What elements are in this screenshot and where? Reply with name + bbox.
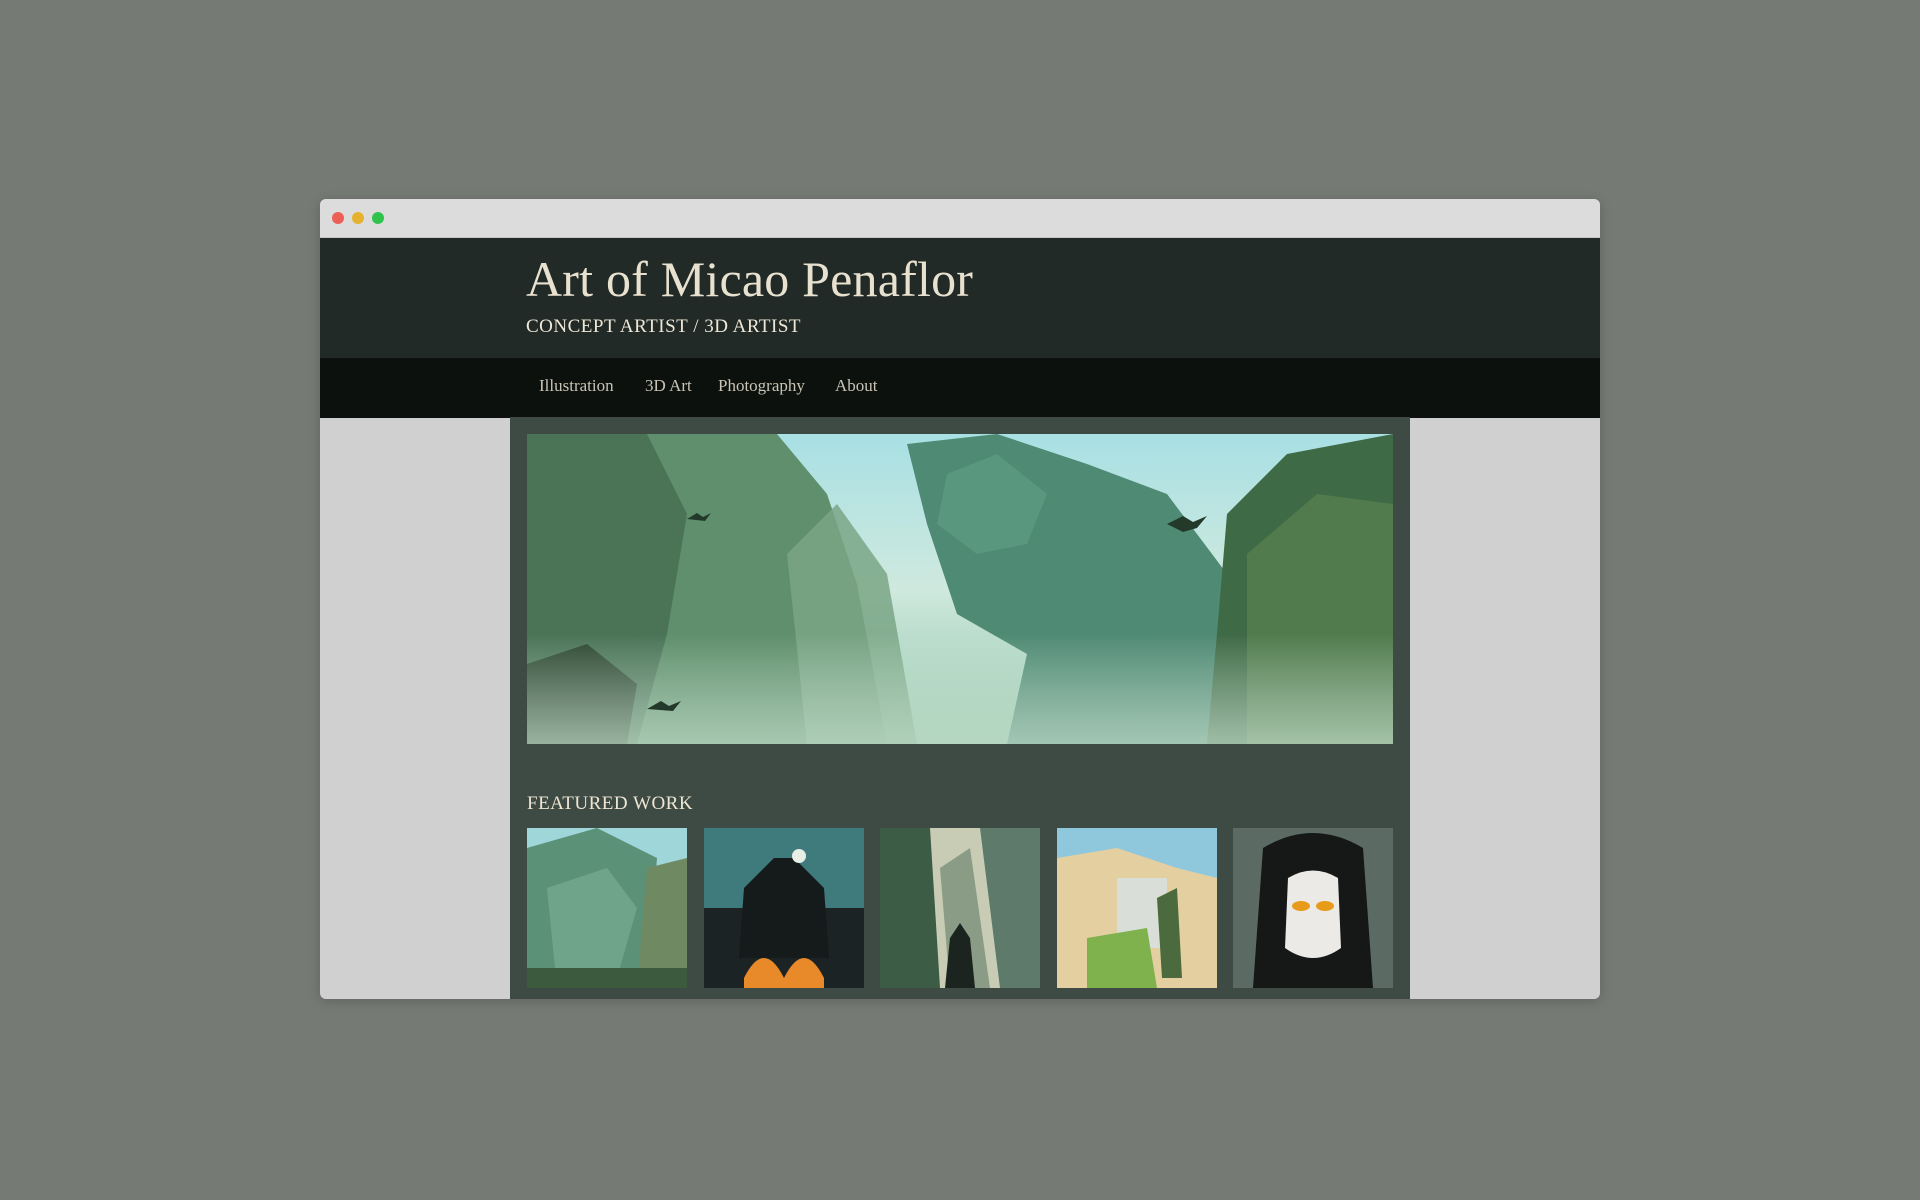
featured-thumbnail-dark-knight[interactable] [704, 828, 864, 988]
browser-window: Art of Micao Penaflor CONCEPT ARTIST / 3… [320, 199, 1600, 999]
maximize-window-button[interactable] [372, 212, 384, 224]
site-subtitle: CONCEPT ARTIST / 3D ARTIST [526, 316, 802, 337]
close-window-button[interactable] [332, 212, 344, 224]
site-header: Art of Micao Penaflor CONCEPT ARTIST / 3… [320, 238, 1600, 358]
main-navigation: Illustration 3D Art Photography About [320, 358, 1600, 418]
featured-thumbnail-wanderer[interactable] [880, 828, 1040, 988]
minimize-window-button[interactable] [352, 212, 364, 224]
featured-thumbnail-colossus[interactable] [527, 828, 687, 988]
main-content: FEATURED WORK [510, 417, 1410, 999]
window-titlebar [320, 199, 1600, 238]
nav-item-photography[interactable]: Photography [718, 376, 805, 396]
featured-thumbnail-skull-rider[interactable] [1233, 828, 1393, 988]
hero-artwork-image[interactable] [527, 434, 1393, 744]
nav-item-about[interactable]: About [835, 376, 878, 396]
featured-thumbnail-armored-guardian[interactable] [1057, 828, 1217, 988]
featured-work-heading: FEATURED WORK [527, 793, 694, 814]
site-title[interactable]: Art of Micao Penaflor [526, 250, 973, 308]
nav-item-3d-art[interactable]: 3D Art [645, 376, 692, 396]
nav-item-illustration[interactable]: Illustration [539, 376, 614, 396]
